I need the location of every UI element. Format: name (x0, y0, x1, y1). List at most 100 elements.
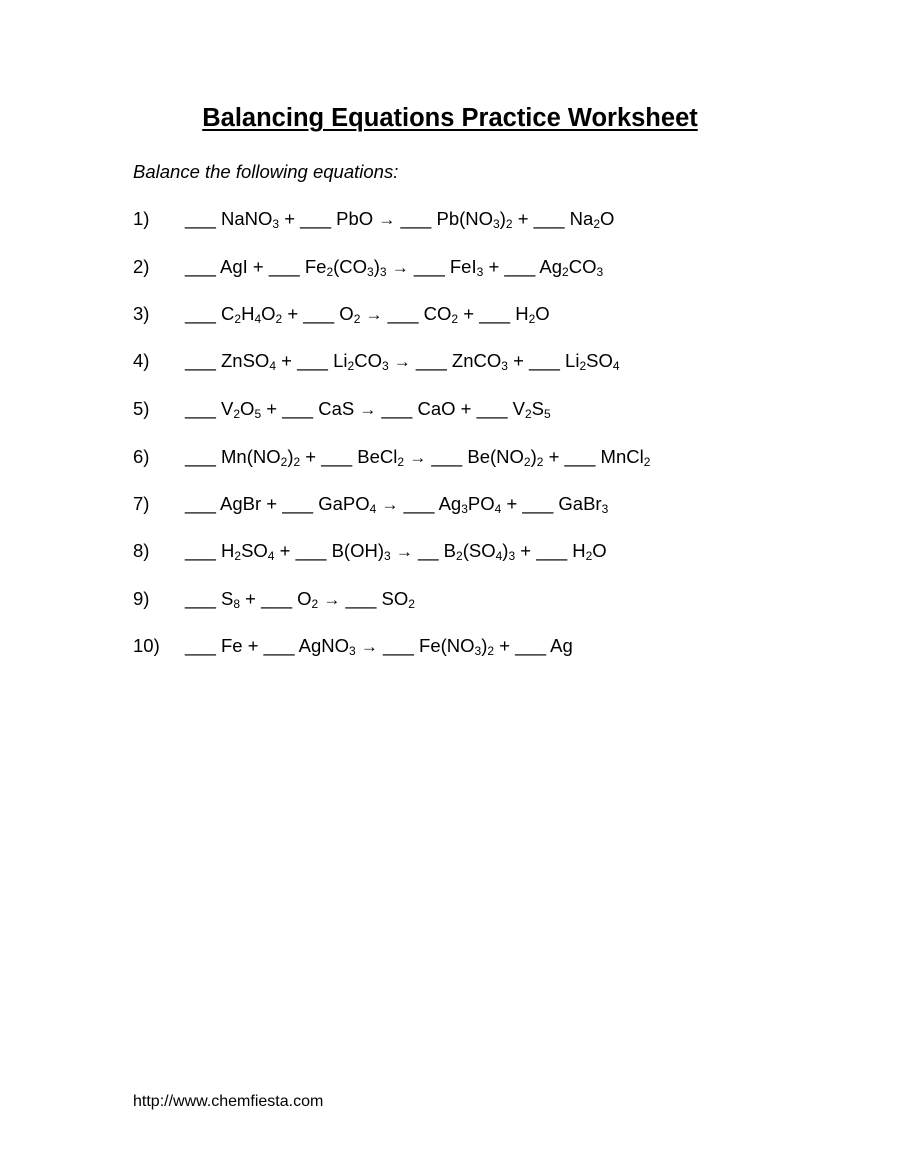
equation-segment: + ___ MnCl (543, 446, 644, 467)
instructions-text: Balance the following equations: (133, 161, 399, 182)
equation-segment: ___ S (185, 588, 234, 609)
equation-number: 1) (133, 208, 150, 229)
reaction-arrow-icon: → (365, 305, 383, 324)
equation-row: 2) ___ AgI + ___ Fe2(CO3)3 → ___ FeI3 + _… (133, 256, 603, 280)
equation-segment: __ B (412, 540, 457, 561)
equation-segment: ___ SO (340, 588, 409, 609)
equation-text: ___ H2SO4 + ___ B(OH)3 → __ B2(SO4)3 + _… (185, 540, 607, 562)
reaction-arrow-icon: → (359, 400, 377, 419)
subscript: 3 (381, 359, 389, 373)
equation-number: 3) (133, 303, 150, 324)
equation-segment: ___ FeI (408, 256, 477, 277)
subscript: 3 (349, 644, 356, 658)
equation-number: 7) (133, 493, 150, 514)
subscript: 2 (523, 455, 531, 469)
equation-segment: H (241, 303, 255, 324)
equation-segment: + ___ PbO (279, 208, 379, 229)
equation-number: 4) (133, 350, 150, 371)
subscript: 3 (367, 265, 374, 279)
equation-segment: CO (568, 256, 597, 277)
equation-segment: O (261, 303, 276, 324)
reaction-arrow-icon: → (381, 495, 399, 514)
equation-segment: ___ Pb(NO (395, 208, 494, 229)
equation-row: 6) ___ Mn(NO2)2 + ___ BeCl2 → ___ Be(NO2)… (133, 446, 650, 470)
equation-text: ___ AgBr + ___ GaPO4 → ___ Ag3PO4 + ___ … (185, 493, 608, 515)
equation-segment: + ___ Ag (494, 635, 573, 656)
subscript: 3 (493, 217, 500, 231)
equation-segment: ___ ZnCO (410, 350, 502, 371)
equation-number: 5) (133, 398, 150, 419)
subscript: 4 (269, 359, 277, 373)
equation-text: ___ S8 + ___ O2 → ___ SO2 (185, 588, 415, 610)
equation-segment: + ___ Na (512, 208, 594, 229)
subscript: 3 (461, 502, 468, 516)
reaction-arrow-icon: → (409, 448, 427, 467)
equation-row: 7) ___ AgBr + ___ GaPO4 → ___ Ag3PO4 + __… (133, 493, 608, 517)
equation-text: ___ NaNO3 + ___ PbO → ___ Pb(NO3)2 + ___… (185, 208, 614, 230)
equation-segment: SO (586, 350, 613, 371)
worksheet-title: Balancing Equations Practice Worksheet (202, 104, 698, 132)
subscript: 5 (544, 407, 551, 421)
equation-segment: ___ AgBr + ___ GaPO (185, 493, 370, 514)
equation-segment: O (535, 303, 550, 324)
equation-segment: CO (354, 350, 382, 371)
equation-segment: ___ ZnSO (185, 350, 270, 371)
reaction-arrow-icon: → (391, 258, 409, 277)
subscript: 2 (456, 549, 463, 563)
subscript: 2 (562, 265, 569, 279)
equation-segment: ___ Fe(NO (377, 635, 475, 656)
subscript: 3 (501, 359, 508, 373)
equation-text: ___ AgI + ___ Fe2(CO3)3 → ___ FeI3 + ___… (185, 256, 603, 278)
equation-segment: + ___ CaS (261, 398, 360, 419)
equation-segment: O (592, 540, 607, 561)
equation-segment: (CO (333, 256, 368, 277)
equation-row: 4) ___ ZnSO4 + ___ Li2CO3 → ___ ZnCO3 + _… (133, 350, 620, 374)
reaction-arrow-icon: → (323, 590, 341, 609)
equation-number: 8) (133, 540, 150, 561)
reaction-arrow-icon: → (360, 637, 378, 656)
equation-segment: ___ Ag (398, 493, 462, 514)
reaction-arrow-icon: → (378, 210, 396, 229)
equation-segment: ___ Be(NO (426, 446, 524, 467)
footer-url[interactable]: http://www.chemfiesta.com (133, 1093, 323, 1111)
equation-segment: + ___ H (458, 303, 529, 324)
equation-segment: ___ AgI + ___ Fe (185, 256, 327, 277)
equation-segment: + ___ H (515, 540, 586, 561)
subscript: 3 (596, 265, 604, 279)
equation-segment: + ___ BeCl (300, 446, 398, 467)
subscript: 3 (384, 549, 391, 563)
equation-row: 5) ___ V2O5 + ___ CaS → ___ CaO + ___ V2S… (133, 398, 551, 422)
equation-segment: ___ CaO + ___ V (376, 398, 525, 419)
equation-segment: + ___ Li (507, 350, 580, 371)
equation-segment: SO (241, 540, 268, 561)
equation-segment: S (531, 398, 544, 419)
equation-segment: PO (467, 493, 495, 514)
equation-segment: + ___ Li (276, 350, 348, 371)
equation-segment: ___ CO (382, 303, 452, 324)
equation-segment: ___ H (185, 540, 235, 561)
equation-text: ___ ZnSO4 + ___ Li2CO3 → ___ ZnCO3 + ___… (185, 350, 620, 372)
subscript: 3 (379, 265, 387, 279)
subscript: 2 (643, 455, 651, 469)
equation-segment: O (240, 398, 255, 419)
subscript: 2 (505, 217, 513, 231)
equation-number: 9) (133, 588, 150, 609)
subscript: 3 (601, 502, 609, 516)
subscript: 2 (593, 217, 601, 231)
equation-segment: ___ V (185, 398, 234, 419)
equation-segment: + ___ O (282, 303, 354, 324)
equation-text: ___ Mn(NO2)2 + ___ BeCl2 → ___ Be(NO2)2 … (185, 446, 650, 468)
reaction-arrow-icon: → (395, 542, 413, 561)
reaction-arrow-icon: → (393, 352, 411, 371)
equation-text: ___ Fe + ___ AgNO3 → ___ Fe(NO3)2 + ___ … (185, 635, 573, 657)
equation-segment: + ___ Ag (483, 256, 563, 277)
equation-segment: + ___ B(OH) (274, 540, 384, 561)
subscript: 2 (524, 407, 532, 421)
equation-segment: + ___ GaBr (501, 493, 602, 514)
equation-number: 6) (133, 446, 150, 467)
equation-number: 2) (133, 256, 150, 277)
equation-row: 9) ___ S8 + ___ O2 → ___ SO2 (133, 588, 415, 612)
equation-segment: (SO (462, 540, 496, 561)
equation-row: 8) ___ H2SO4 + ___ B(OH)3 → __ B2(SO4)3 +… (133, 540, 607, 564)
equation-text: ___ C2H4O2 + ___ O2 → ___ CO2 + ___ H2O (185, 303, 550, 325)
